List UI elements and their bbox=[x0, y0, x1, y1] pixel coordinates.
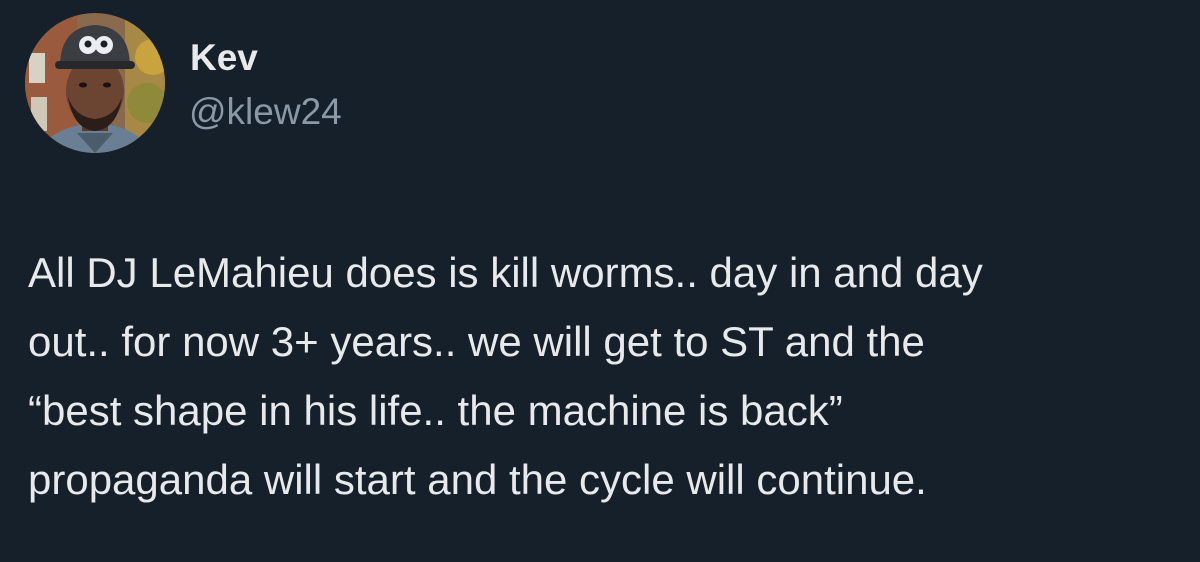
tweet-text-line: All DJ LeMahieu does is kill worms.. day… bbox=[28, 249, 983, 296]
avatar-image bbox=[25, 13, 165, 153]
tweet-text-line: out.. for now 3+ years.. we will get to … bbox=[28, 318, 925, 365]
tweet-text: All DJ LeMahieu does is kill worms.. day… bbox=[28, 238, 1200, 514]
tweet-text-line: propaganda will start and the cycle will… bbox=[28, 456, 927, 503]
tweet-text-line: “best shape in his life.. the machine is… bbox=[28, 387, 843, 434]
author-avatar[interactable] bbox=[25, 13, 165, 153]
author-handle[interactable]: @klew24 bbox=[189, 92, 342, 132]
author-display-name[interactable]: Kev bbox=[190, 38, 258, 78]
tweet-card: Kev @klew24 All DJ LeMahieu does is kill… bbox=[0, 0, 1200, 562]
